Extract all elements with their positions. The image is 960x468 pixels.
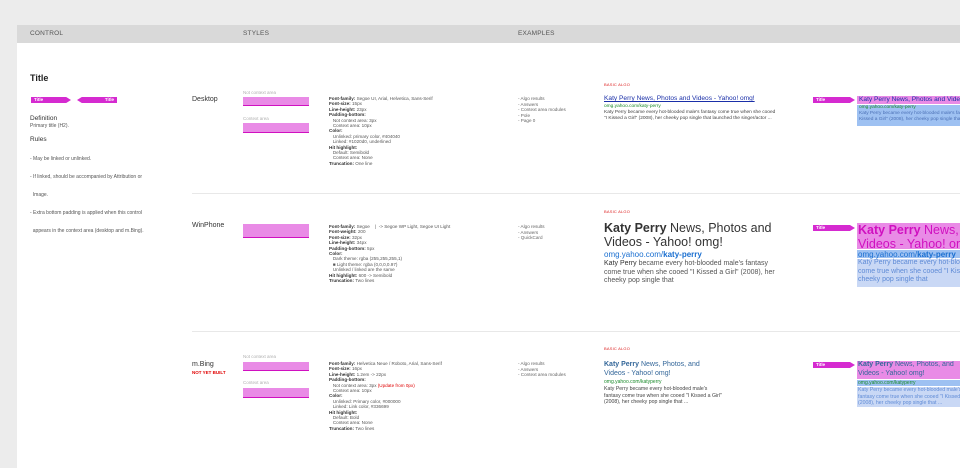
rule-item: Image. xyxy=(30,192,49,198)
spec-page: CONTROL STYLES EXAMPLES Title Title Titl… xyxy=(17,25,960,468)
title-badge-right: Title xyxy=(77,97,117,103)
examples-winphone: - Algo results - Answers - QuickCard xyxy=(518,224,545,241)
control-title: Title xyxy=(30,73,49,83)
overlay-badge-desktop: Title xyxy=(813,97,855,103)
rules-heading: Rules xyxy=(30,136,47,143)
platform-mbing: m.Bing xyxy=(192,361,214,368)
spec-desktop: Font-family: Segoe UI, Arial, Helvetica,… xyxy=(329,96,433,166)
style-swatch-context xyxy=(243,123,309,133)
rule-item: - May be linked or unlinked. xyxy=(30,156,92,162)
style-swatch-not-context xyxy=(243,97,309,106)
examples-desktop: - Algo results - Answers - Context area mo… xyxy=(518,96,566,124)
caption-not-context: Not context area xyxy=(243,90,277,95)
overlay-desktop: Katy Perry News, Photos and Videos - Yah… xyxy=(857,96,960,126)
basic-algo-label: BASIC ALGO xyxy=(604,209,631,214)
example-item: - Context area modules xyxy=(518,372,566,378)
example-item: - QuickCard xyxy=(518,235,543,241)
rule-item: - Extra bottom padding is applied when t… xyxy=(30,210,143,216)
column-header-bar: CONTROL STYLES EXAMPLES xyxy=(17,25,960,43)
caption-context: Context area xyxy=(243,380,269,385)
overlay-badge-mbing: Title xyxy=(813,362,855,368)
style-swatch-not-context xyxy=(243,362,309,371)
result-desktop: Katy Perry News, Photos and Videos - Yah… xyxy=(604,95,784,122)
not-built-badge: NOT YET BUILT xyxy=(192,370,226,375)
rule-item: appears in the context area (desktop and… xyxy=(30,228,144,234)
title-badge-left: Title xyxy=(31,97,71,103)
result-mbing: Katy Perry News, Photos, and Videos - Ya… xyxy=(604,361,784,406)
result-winphone: Katy Perry News, Photos and Videos - Yah… xyxy=(604,221,784,286)
row-divider xyxy=(192,193,960,194)
platform-desktop: Desktop xyxy=(192,96,218,103)
result-snippet: Katy Perry became every hot-blooded male… xyxy=(604,110,776,121)
result-title-link[interactable]: Katy Perry News, Photos and Videos - Yah… xyxy=(604,95,784,102)
example-item: - Algo results xyxy=(518,224,545,229)
definition-heading: Definition xyxy=(30,115,58,122)
result-url: omg.yahoo.com/katy-perry xyxy=(604,104,661,109)
example-item: - Page 0 xyxy=(518,118,536,124)
example-item: - Context area modules xyxy=(518,107,566,113)
style-swatch-context xyxy=(243,388,309,398)
result-title[interactable]: Katy Perry News, Photos and Videos - Yah… xyxy=(604,221,774,249)
result-url: omg.yahoo.com/katy-perry xyxy=(604,250,702,259)
caption-context: Context area xyxy=(243,116,269,121)
result-url: omg.yahoo.com/katyperry xyxy=(604,379,662,385)
header-styles: STYLES xyxy=(243,30,270,37)
examples-mbing: - Algo results - Answers - Context area mo… xyxy=(518,361,566,378)
result-snippet: Katy Perry became every hot-blooded male… xyxy=(604,386,722,405)
rules-list: - May be linked or unlinked. - If linked… xyxy=(30,144,144,246)
caption-not-context: Not context area xyxy=(243,354,277,359)
spec-line: Truncation: One line xyxy=(329,160,373,166)
definition-text: Primary title (H2). xyxy=(30,123,69,129)
rule-item: - If linked, should be accompanied by At… xyxy=(30,174,143,180)
spec-winphone: Font-family: Segoe | -> Segoe WP Light, … xyxy=(329,224,450,283)
overlay-badge-winphone: Title xyxy=(813,225,855,231)
spec-mbing: Font-family: Helvetica Neue / Roboto, Ar… xyxy=(329,361,442,431)
platform-winphone: WinPhone xyxy=(192,222,225,229)
style-swatch-winphone xyxy=(243,224,309,238)
overlay-mbing: Katy Perry News, Photos, and Videos - Ya… xyxy=(857,361,960,407)
basic-algo-label: BASIC ALGO xyxy=(604,82,631,87)
spec-line: Truncation: Two lines xyxy=(329,425,375,431)
header-examples: EXAMPLES xyxy=(518,30,555,37)
row-divider xyxy=(192,331,960,332)
overlay-winphone: Katy Perry News, Photos and Videos - Yah… xyxy=(857,223,960,289)
spec-line: Truncation: Two lines xyxy=(329,278,375,284)
header-control: CONTROL xyxy=(30,30,64,37)
result-snippet: Katy Perry became every hot-blooded male… xyxy=(604,260,775,284)
basic-algo-label: BASIC ALGO xyxy=(604,346,631,351)
result-title-link[interactable]: Katy Perry News, Photos, and Videos - Ya… xyxy=(604,361,714,378)
